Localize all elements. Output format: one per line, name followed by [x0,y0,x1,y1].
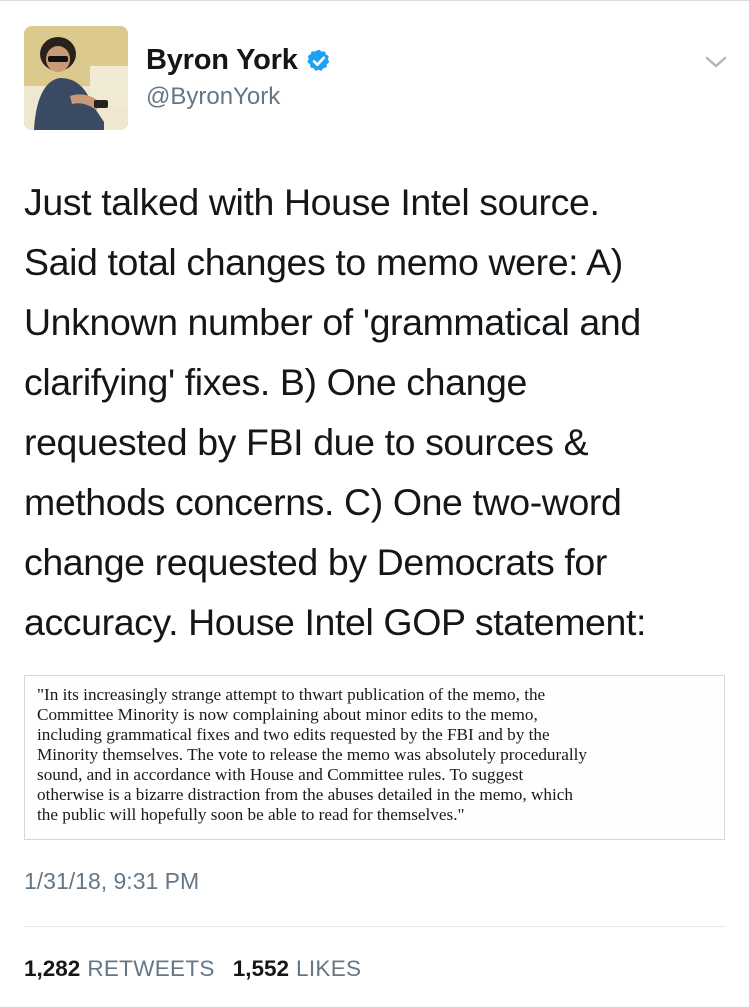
author-info: Byron York @ByronYork [146,44,332,111]
likes-count: 1,552 [232,956,290,981]
likes-label: LIKES [296,956,362,981]
handle[interactable]: @ByronYork [146,83,332,111]
retweets-label: RETWEETS [87,956,215,981]
timestamp[interactable]: 1/31/18, 9:31 PM [24,868,199,895]
retweets-stat[interactable]: 1,282 RETWEETS [24,956,215,982]
verified-badge-icon [306,49,329,71]
tweet-text: Just talked with House Intel source. Sai… [24,181,647,643]
statement-text: "In its increasingly strange attempt to … [37,685,588,824]
retweets-count: 1,282 [24,956,81,981]
top-divider [0,0,749,1]
likes-stat[interactable]: 1,552 LIKES [233,956,362,982]
name-row: Byron York [146,44,332,77]
display-name[interactable]: Byron York [146,44,298,77]
stats-divider [24,926,725,927]
chevron-down-icon[interactable] [703,52,729,72]
engagement-stats: 1,282 RETWEETS 1,552 LIKES [24,956,379,982]
statement-image[interactable]: "In its increasingly strange attempt to … [24,675,725,840]
tweet-header: Byron York @ByronYork [24,26,733,132]
avatar[interactable] [24,26,128,130]
